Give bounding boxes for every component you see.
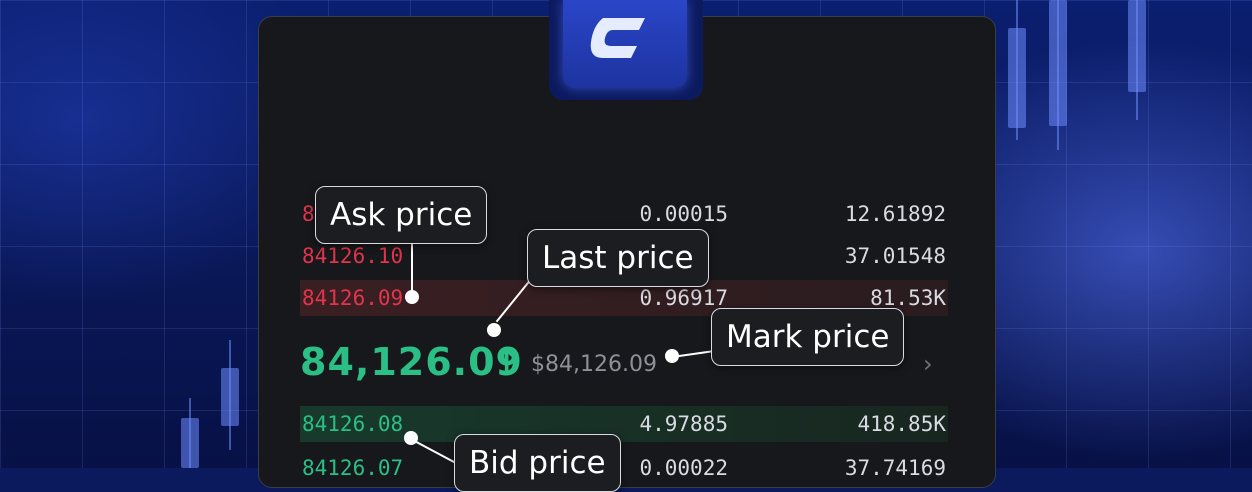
chevron-right-icon[interactable]: › — [923, 350, 933, 378]
ask-price-callout: Ask price — [315, 186, 488, 244]
bid-total: 418.85K — [857, 412, 946, 436]
ask-price: 84126.10 — [302, 244, 404, 268]
ask-total: 81.53K — [870, 286, 946, 310]
bid-row[interactable]: 84126.08 4.97885 418.85K — [300, 406, 948, 442]
ask-quantity: 0.00015 — [639, 202, 728, 226]
arrow-up-icon: ↑ — [494, 344, 520, 379]
bid-quantity: 0.00022 — [639, 456, 728, 480]
bid-price: 84126.07 — [302, 456, 404, 480]
bid-price-callout: Bid price — [454, 434, 621, 492]
bid-total: 37.74169 — [844, 456, 946, 480]
ask-quantity: 0.96917 — [639, 286, 728, 310]
bid-row[interactable]: 84126.07 0.00022 37.74169 — [300, 450, 948, 486]
last-price-marker — [487, 323, 501, 337]
bid-price-marker — [404, 431, 418, 445]
ask-price-marker — [405, 290, 419, 304]
ask-total: 12.61892 — [844, 202, 946, 226]
last-price: 84,126.09 — [300, 340, 523, 384]
mark-price-marker — [665, 349, 679, 363]
mark-price-value: $84,126.09 — [531, 352, 657, 377]
exchange-logo-icon — [590, 18, 645, 58]
bid-quantity: 4.97885 — [639, 412, 728, 436]
ask-price: 84126.09 — [302, 286, 404, 310]
ask-total: 37.01548 — [844, 244, 946, 268]
exchange-logo — [563, 0, 687, 88]
last-price-callout: Last price — [527, 229, 709, 287]
ask-callout-connector — [411, 242, 413, 296]
ask-price: 8 — [302, 202, 315, 226]
bid-price: 84126.08 — [302, 412, 404, 436]
mark-price-callout: Mark price — [711, 308, 905, 366]
